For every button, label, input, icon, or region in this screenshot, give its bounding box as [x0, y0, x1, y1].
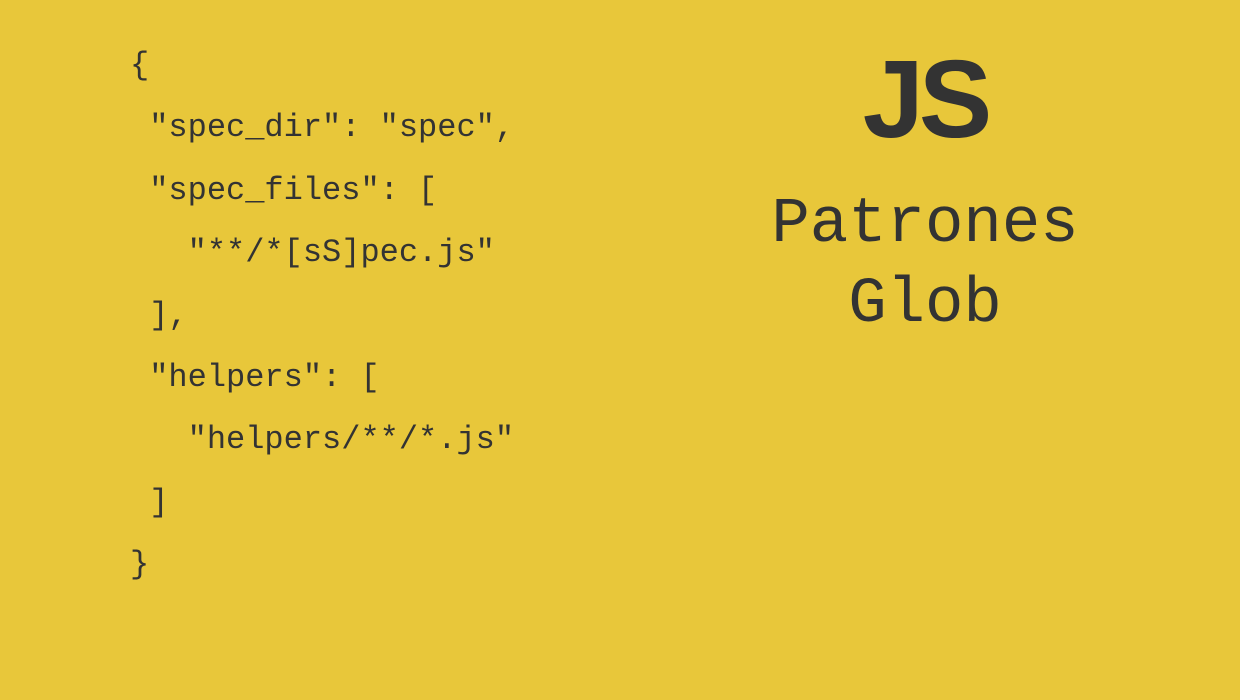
code-line: "spec_files": [: [130, 172, 437, 209]
code-line: ],: [130, 297, 188, 334]
js-logo: JS: [675, 45, 1175, 155]
code-line: {: [130, 47, 149, 84]
title-line-1: Patrones: [675, 185, 1175, 265]
code-line: }: [130, 546, 149, 583]
right-panel: JS Patrones Glob: [675, 45, 1175, 345]
code-line: ]: [130, 484, 168, 521]
title-line-2: Glob: [675, 265, 1175, 345]
code-line: "helpers/**/*.js": [130, 421, 514, 458]
code-block: { "spec_dir": "spec", "spec_files": [ "*…: [130, 35, 514, 597]
code-line: "**/*[sS]pec.js": [130, 234, 495, 271]
code-line: "spec_dir": "spec",: [130, 109, 514, 146]
code-line: "helpers": [: [130, 359, 380, 396]
